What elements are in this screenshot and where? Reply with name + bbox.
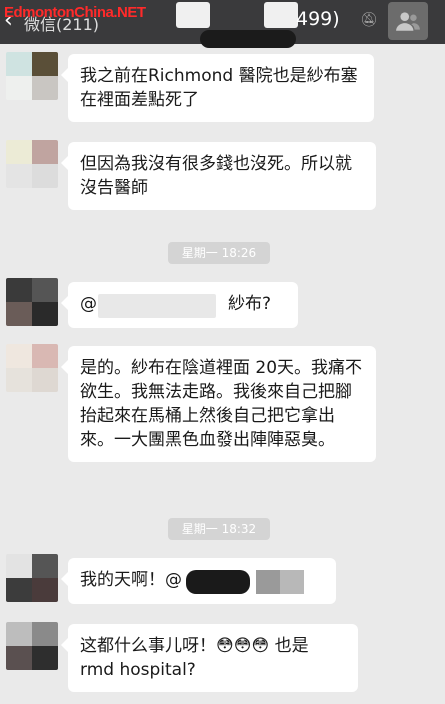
watermark: EdmontonChina.NET bbox=[4, 4, 146, 21]
avatar[interactable] bbox=[6, 52, 58, 100]
redacted-name bbox=[256, 570, 280, 594]
message-bubble[interactable]: 但因為我沒有很多錢也沒死。所以就沒告醫師 bbox=[61, 142, 376, 210]
avatar[interactable] bbox=[6, 622, 58, 670]
message-bubble[interactable]: 这都什么事儿呀！😳😳😳 也是 rmd hospital? bbox=[61, 624, 358, 692]
redacted-title-b bbox=[264, 2, 298, 28]
message-text: 我的天啊！@ bbox=[80, 570, 182, 590]
mute-icon: 🔕︎ bbox=[360, 12, 378, 28]
message-bubble[interactable]: 我的天啊！@ bbox=[61, 558, 336, 604]
message-bubble[interactable]: 我之前在Richmond 醫院也是紗布塞在裡面差點死了 bbox=[61, 54, 374, 122]
group-info-icon[interactable] bbox=[388, 2, 428, 40]
message-bubble[interactable]: @ 紗布? bbox=[61, 282, 298, 328]
redacted-title-a bbox=[176, 2, 210, 28]
avatar[interactable] bbox=[6, 554, 58, 602]
avatar[interactable] bbox=[6, 278, 58, 326]
message-bubble[interactable]: 是的。紗布在陰道裡面 20天。我痛不欲生。我無法走路。我後來自己把腳抬起來在馬桶… bbox=[61, 346, 376, 462]
redacted-name bbox=[186, 570, 250, 594]
avatar[interactable] bbox=[6, 140, 58, 188]
member-count: 499) bbox=[296, 8, 340, 30]
mention-prefix: @ bbox=[80, 294, 97, 314]
message-text: 紗布? bbox=[228, 294, 272, 314]
avatar[interactable] bbox=[6, 344, 58, 392]
redacted-name bbox=[98, 294, 216, 318]
redacted-title-shadow bbox=[200, 30, 296, 48]
redacted-name bbox=[280, 570, 304, 594]
group-avatar-icon bbox=[396, 12, 420, 31]
timestamp: 星期一 18:32 bbox=[168, 518, 270, 540]
timestamp: 星期一 18:26 bbox=[168, 242, 270, 264]
